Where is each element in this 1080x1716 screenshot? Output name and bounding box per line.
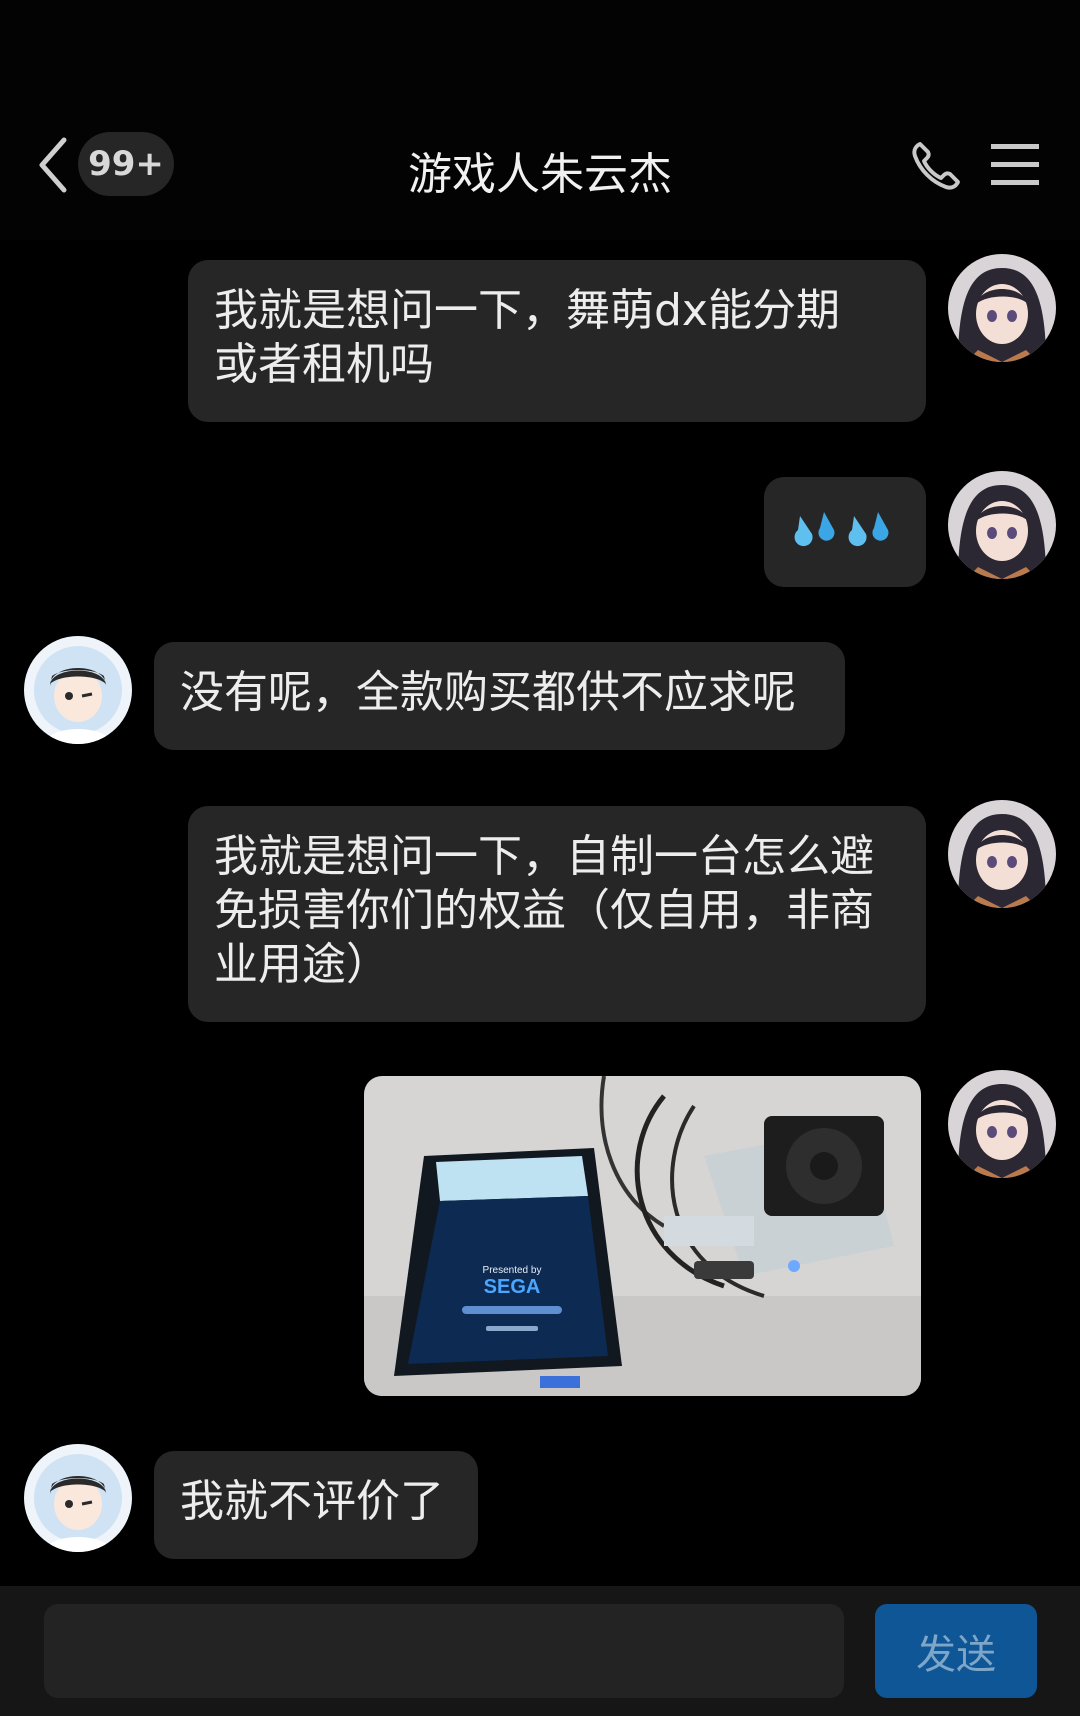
splash-sega-logo: SEGA xyxy=(484,1276,541,1298)
sweat-droplets-icon xyxy=(794,512,889,547)
call-button[interactable] xyxy=(908,138,964,194)
anime-girl-avatar-icon xyxy=(948,471,1056,579)
emoji-bubble-outgoing[interactable] xyxy=(764,477,926,587)
menu-icon xyxy=(991,144,1039,185)
my-avatar[interactable] xyxy=(948,800,1056,908)
chevron-left-icon xyxy=(39,137,67,193)
send-button[interactable]: 发送 xyxy=(875,1604,1037,1698)
message-bubble-incoming[interactable]: 我就不评价了 xyxy=(154,1451,478,1559)
message-bubble-outgoing[interactable]: 我就是想问一下，自制一台怎么避 免损害你们的权益（仅自用，非商 业用途） xyxy=(188,806,926,1022)
my-avatar[interactable] xyxy=(948,254,1056,362)
message-text: 没有呢，全款购买都供不应求呢 xyxy=(180,667,796,718)
my-avatar[interactable] xyxy=(948,471,1056,579)
menu-button[interactable] xyxy=(988,140,1042,190)
splash-presented-by: Presented by xyxy=(483,1265,542,1276)
anime-girl-avatar-icon xyxy=(948,800,1056,908)
message-bubble-incoming[interactable]: 没有呢，全款购买都供不应求呢 xyxy=(154,642,845,750)
contact-avatar[interactable] xyxy=(24,1444,132,1552)
message-text: 我就不评价了 xyxy=(180,1476,444,1527)
contact-avatar[interactable] xyxy=(24,636,132,744)
anime-girl-avatar-icon xyxy=(948,254,1056,362)
anime-girl-avatar-icon xyxy=(948,1070,1056,1178)
cartoon-boy-avatar-icon xyxy=(24,636,132,744)
cartoon-boy-avatar-icon xyxy=(24,1444,132,1552)
back-button[interactable] xyxy=(30,130,80,200)
phone-icon xyxy=(912,142,960,190)
diy-arcade-photo: Presented by SEGA xyxy=(364,1076,921,1396)
message-text: 我就是想问一下，舞萌dx能分期 或者租机吗 xyxy=(214,285,840,390)
chat-header: 99+ 游戏人朱云杰 xyxy=(0,0,1080,240)
message-bubble-outgoing[interactable]: 我就是想问一下，舞萌dx能分期 或者租机吗 xyxy=(188,260,926,422)
chat-title: 游戏人朱云杰 xyxy=(408,149,672,200)
unread-badge[interactable]: 99+ xyxy=(78,132,174,196)
message-text: 我就是想问一下，自制一台怎么避 免损害你们的权益（仅自用，非商 业用途） xyxy=(214,831,874,990)
my-avatar[interactable] xyxy=(948,1070,1056,1178)
image-message[interactable]: Presented by SEGA xyxy=(364,1076,921,1396)
message-input[interactable] xyxy=(44,1604,844,1698)
composer-bar: 发送 xyxy=(0,1586,1080,1716)
